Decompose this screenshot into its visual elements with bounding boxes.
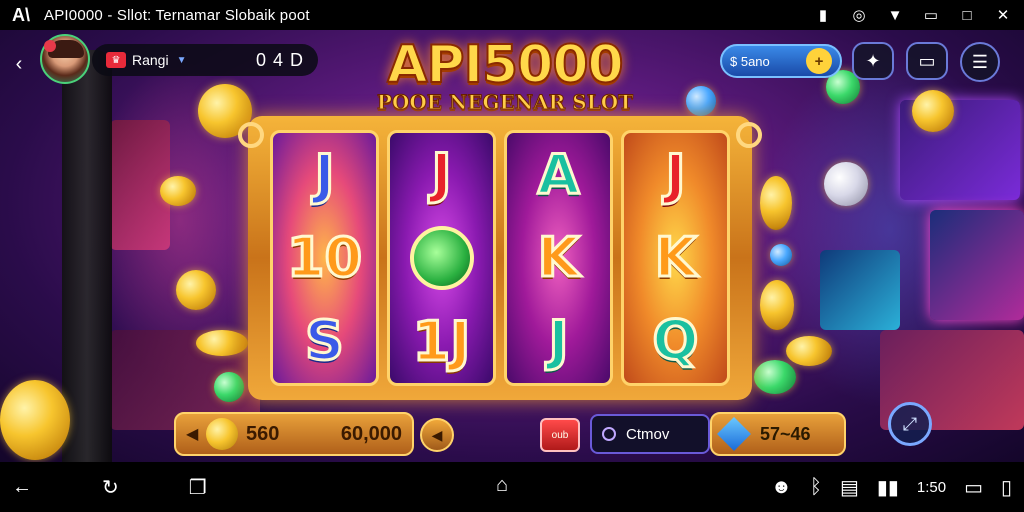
gamepad-icon[interactable]: ☻ <box>771 476 792 499</box>
frame-ornament <box>736 122 762 148</box>
rank-label: Rangi <box>132 52 169 68</box>
battery-icon: ▭ <box>923 7 939 24</box>
reel-1: J 10 S <box>270 130 379 386</box>
reel-symbol: Q <box>651 309 700 373</box>
phone-frame <box>62 50 112 462</box>
reel-symbol: 1J <box>411 310 472 373</box>
gold-coin <box>760 280 794 330</box>
clock-time: 1:50 <box>916 478 947 496</box>
reel-symbol: J <box>547 309 570 373</box>
bet-decrease-button[interactable]: ◀ <box>186 424 206 444</box>
gold-coin <box>196 330 248 356</box>
reel-symbol: J <box>313 142 336 206</box>
reel-symbol: A <box>536 142 581 206</box>
win-value: 57~46 <box>760 423 811 444</box>
reel-symbol: J <box>430 142 453 205</box>
diamond-icon <box>717 417 751 451</box>
rotate-icon[interactable]: ↻ <box>102 475 119 500</box>
gold-coin <box>786 336 832 366</box>
gem-icon <box>409 226 474 290</box>
reel-2: J 1J <box>387 130 496 386</box>
crown-icon: ♛ <box>106 52 126 68</box>
circle-icon[interactable]: ◎ <box>850 6 868 24</box>
arcade-cabinet <box>930 210 1024 320</box>
signal-icon: ▮▮ <box>876 476 899 499</box>
rocket-icon: ✦ <box>865 50 881 71</box>
rocket-button[interactable]: ✦ <box>852 42 894 80</box>
gold-coin <box>160 176 196 206</box>
maximize-icon[interactable]: □ <box>958 6 976 24</box>
menu-button[interactable]: ☰ <box>960 42 1000 82</box>
chat-icon: ▭ <box>918 50 936 71</box>
reel-symbol: K <box>536 225 581 289</box>
reel-symbol: S <box>304 309 346 373</box>
green-chip <box>754 360 796 394</box>
reels-container: J 10 S J 1J A K J J K Q <box>270 130 730 386</box>
bet-value: 560 <box>246 422 280 445</box>
user-info-pill[interactable]: ♛ Rangi ▼ 0 4 D <box>92 44 318 76</box>
silver-coin <box>824 162 868 206</box>
back-arrow-icon[interactable]: ← <box>12 475 32 500</box>
frame-ornament <box>238 122 264 148</box>
hamburger-icon: ☰ <box>971 51 989 72</box>
reel-symbol: K <box>653 225 698 289</box>
add-coins-button[interactable]: + <box>806 48 832 74</box>
blue-chip <box>686 86 716 116</box>
app-icon: A\ <box>12 4 30 25</box>
reel-symbol: 10 <box>285 225 363 289</box>
coin-balance-pill[interactable]: $ 5ano + <box>720 44 842 78</box>
gold-coin <box>760 176 792 230</box>
wifi-icon: ▼ <box>887 6 903 24</box>
coin-balance-label: $ 5ano <box>730 53 770 69</box>
home-icon[interactable]: ⌂ <box>496 474 508 497</box>
blue-chip <box>770 244 792 266</box>
avatar[interactable] <box>40 34 90 84</box>
green-chip <box>214 372 244 402</box>
chevron-down-icon[interactable]: ▼ <box>177 55 187 66</box>
window-title: API0000 - Sllot: Ternamar Slobaik poot <box>44 6 310 24</box>
gold-coin <box>176 270 216 310</box>
bluetooth-icon: ᛒ <box>809 475 822 498</box>
gold-coin <box>912 90 954 132</box>
win-display: 57~46 <box>710 412 846 456</box>
media-icon[interactable]: ▮ <box>814 6 832 24</box>
flower-icon <box>44 40 56 52</box>
reel-symbol: J <box>664 142 687 206</box>
close-icon[interactable]: ✕ <box>994 6 1012 24</box>
phone-icon[interactable]: ▯ <box>1001 475 1012 500</box>
recent-apps-icon[interactable]: ❐ <box>189 475 207 500</box>
auto-spin-button[interactable]: Ctmov <box>590 414 710 454</box>
balance-value: 0 4 D <box>255 49 304 70</box>
arcade-cabinet <box>820 250 900 330</box>
chat-button[interactable]: ▭ <box>906 42 948 80</box>
bet-increase-button[interactable]: ◀ <box>420 418 454 452</box>
game-viewport: ‹ ♛ Rangi ▼ 0 4 D API5000 POOE NEGENAR S… <box>0 30 1024 462</box>
bet-bar: ◀ 560 60,000 <box>174 412 414 456</box>
back-button[interactable]: ‹ <box>8 52 30 76</box>
logo-title: API5000 <box>386 35 624 95</box>
stop-label: oub <box>551 429 569 441</box>
chevron-left-icon: ‹ <box>15 52 23 75</box>
coin-icon <box>206 418 238 450</box>
save-icon: ▤ <box>839 476 859 499</box>
game-logo: API5000 POOE NEGENAR SLOT <box>360 35 650 115</box>
logo-subtitle: POOE NEGENAR SLOT <box>376 90 634 115</box>
top-status-bar: A\ API0000 - Sllot: Ternamar Slobaik poo… <box>0 0 1024 30</box>
reel-4: JKQ <box>621 130 730 386</box>
system-nav-bar: ← ↻ ❐ ⌂ ☻ ᛒ ▤ ▮▮ 1:50 ▭ ▯ <box>0 462 1024 512</box>
reel-3: AKJ <box>504 130 613 386</box>
chevron-left-icon: ◀ <box>431 426 443 443</box>
spin-icon: ⤢ <box>902 413 918 434</box>
battery-icon: ▭ <box>964 476 983 499</box>
stop-button[interactable]: oub <box>540 418 580 452</box>
spin-button[interactable]: ⤢ <box>888 402 932 446</box>
ring-icon <box>602 427 616 441</box>
bet-total: 60,000 <box>340 422 402 445</box>
auto-label: Ctmov <box>626 425 670 443</box>
gold-coin <box>0 380 70 460</box>
slot-machine: J 10 S J 1J A K J J K Q <box>238 116 762 400</box>
